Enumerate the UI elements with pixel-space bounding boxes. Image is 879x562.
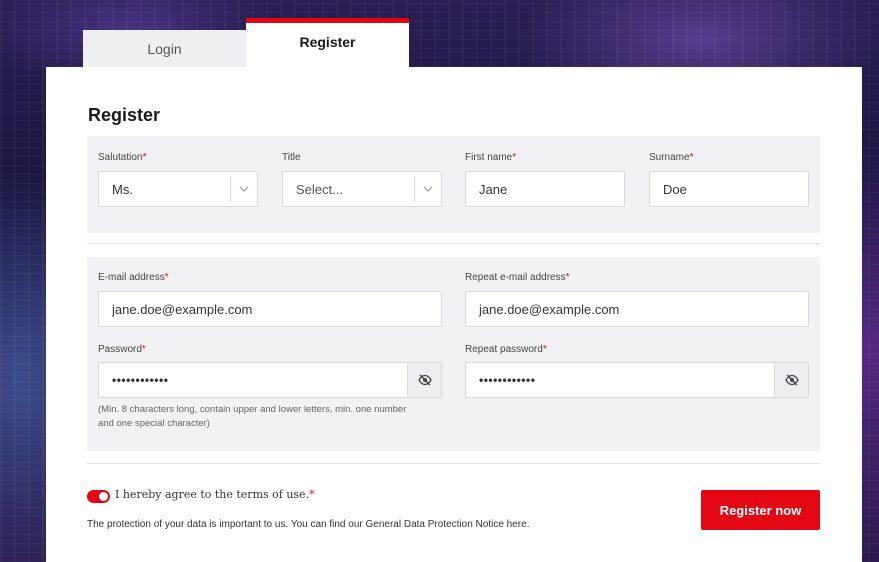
chevron-down-icon: [231, 186, 257, 192]
title-placeholder: Select...: [296, 181, 343, 197]
chevron-down-icon: [415, 186, 441, 192]
register-card: Register Salutation* Ms. Title Select...…: [46, 67, 862, 562]
password-hint: (Min. 8 characters long, contain upper a…: [98, 404, 407, 429]
eye-slash-icon[interactable]: [407, 363, 441, 397]
repeat-password-input[interactable]: ••••••••••••: [465, 362, 809, 398]
terms-label[interactable]: I hereby agree to the terms of use.*: [115, 488, 315, 501]
surname-label: Surname*: [649, 152, 694, 163]
tab-login[interactable]: Login: [83, 30, 246, 67]
title-label: Title: [282, 152, 301, 163]
first-name-input[interactable]: Jane: [465, 171, 625, 207]
password-input[interactable]: ••••••••••••: [98, 362, 442, 398]
email-label: E-mail address*: [98, 272, 169, 283]
password-label: Password*: [98, 344, 146, 355]
eye-slash-icon[interactable]: [774, 363, 808, 397]
password-value: ••••••••••••: [112, 373, 169, 387]
email-input[interactable]: jane.doe@example.com: [98, 291, 442, 327]
repeat-email-input[interactable]: jane.doe@example.com: [465, 291, 809, 327]
first-name-label: First name*: [465, 152, 517, 163]
repeat-password-label: Repeat password*: [465, 344, 547, 355]
salutation-label: Salutation*: [98, 152, 147, 163]
page-title: Register: [88, 105, 161, 125]
salutation-select[interactable]: Ms.: [98, 171, 258, 207]
divider: [87, 463, 820, 464]
tab-register-label: Register: [299, 34, 356, 50]
repeat-email-label: Repeat e-mail address*: [465, 272, 570, 283]
email-value: jane.doe@example.com: [112, 301, 253, 317]
first-name-value: Jane: [479, 181, 508, 197]
surname-input[interactable]: Doe: [649, 171, 809, 207]
salutation-value: Ms.: [112, 181, 133, 197]
repeat-email-value: jane.doe@example.com: [479, 301, 620, 317]
repeat-password-value: ••••••••••••: [479, 373, 536, 387]
privacy-notice: The protection of your data is important…: [87, 519, 530, 530]
divider: [87, 243, 820, 244]
tab-register[interactable]: Register: [246, 18, 409, 67]
tab-login-label: Login: [147, 40, 182, 57]
register-now-button[interactable]: Register now: [701, 490, 820, 530]
surname-value: Doe: [663, 181, 687, 197]
terms-toggle[interactable]: [87, 490, 110, 503]
toggle-knob: [99, 492, 108, 501]
title-select[interactable]: Select...: [282, 171, 442, 207]
